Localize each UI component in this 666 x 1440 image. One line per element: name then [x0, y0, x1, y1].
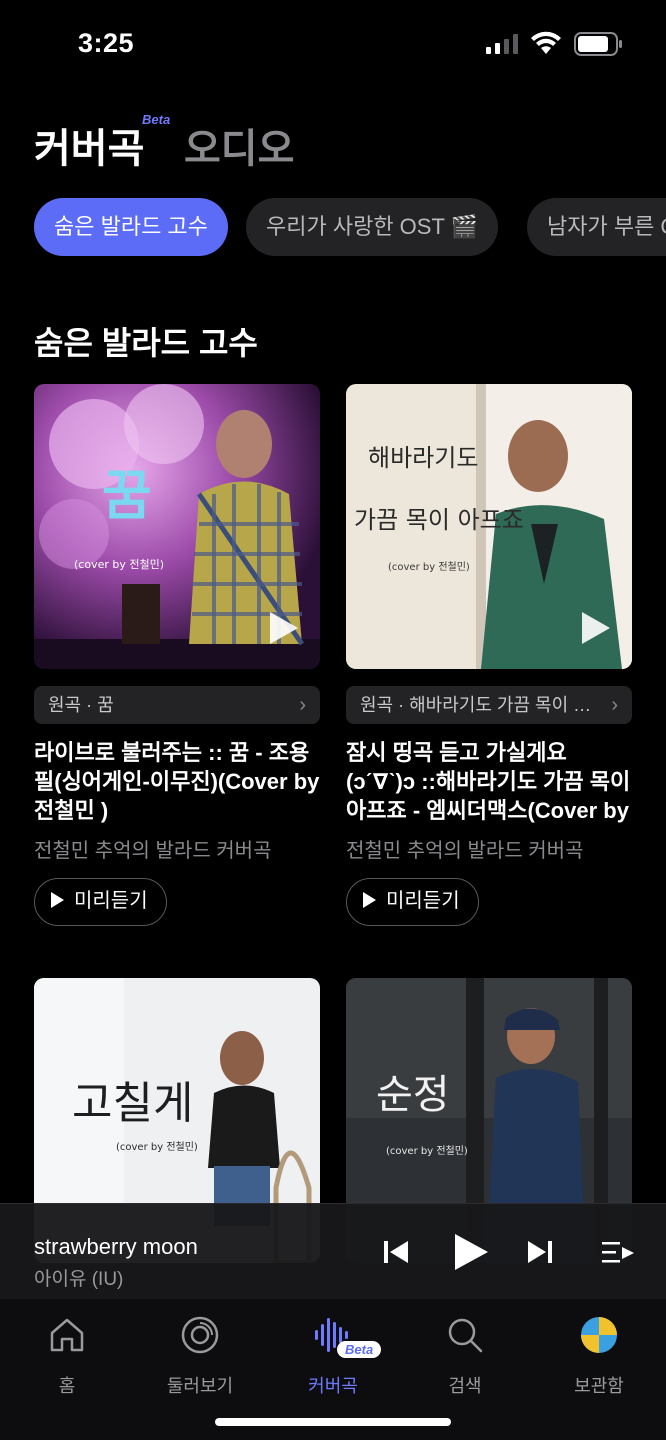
tab-explore[interactable]: 둘러보기 [150, 1315, 250, 1398]
thumb-title: 고칠게 [72, 1078, 193, 1129]
status-time: 3:25 [78, 28, 135, 58]
play-overlay-icon[interactable] [580, 610, 612, 646]
cover-title[interactable]: 잠시 띵곡 듣고 가실게요 (ɔˊ∇ˋ)ɔ ::해바라기도 가끔 목이 아프죠 … [346, 738, 632, 826]
original-song-link[interactable]: 원곡 · 해바라기도 가끔 목이 아프죠 › [346, 686, 632, 724]
next-track-icon[interactable] [526, 1238, 554, 1266]
thumb-title: 꿈 [102, 464, 152, 527]
cover-subtitle: 전철민 추억의 발라드 커버곡 [346, 840, 584, 862]
beta-label: Beta [142, 112, 171, 127]
mini-player[interactable]: strawberry moon 아이유 (IU) [0, 1203, 666, 1299]
home-icon [50, 1318, 84, 1352]
preview-button[interactable]: 미리듣기 [346, 878, 479, 926]
chevron-right-icon: › [299, 694, 306, 716]
search-icon [448, 1318, 483, 1353]
play-icon[interactable] [452, 1232, 490, 1272]
tab-label: 둘러보기 [166, 1376, 234, 1396]
battery-icon [574, 32, 622, 56]
tab-label: 검색 [448, 1376, 482, 1396]
section-title: 숨은 발라드 고수 [34, 325, 258, 361]
tab-label: 홈 [58, 1376, 76, 1396]
tab-audio[interactable]: 오디오 [184, 116, 294, 174]
thumb-caption: (cover by 전철민) [116, 1141, 198, 1153]
chip-hidden-ballad[interactable]: 숨은 발라드 고수 [34, 198, 228, 256]
cover-subtitle: 전철민 추억의 발라드 커버곡 [34, 840, 272, 862]
tab-label: 커버곡 [308, 1376, 358, 1396]
wifi-icon [531, 31, 561, 54]
preview-label: 미리듣기 [386, 890, 460, 912]
original-song-label: 원곡 · 꿈 [48, 695, 114, 715]
preview-label: 미리듣기 [74, 890, 148, 912]
beta-badge: Beta [337, 1341, 382, 1358]
home-indicator [215, 1418, 451, 1426]
cover-thumbnail[interactable]: 꿈 (cover by 전철민) [34, 384, 320, 669]
tab-home[interactable]: 홈 [17, 1315, 117, 1398]
explore-disc-icon [181, 1316, 219, 1354]
cover-title[interactable]: 라이브로 불러주는 :: 꿈 - 조용필(싱어게인-이무진)(Cover by전… [34, 738, 320, 825]
original-song-label: 원곡 · 해바라기도 가끔 목이 아프죠 [360, 695, 623, 715]
thumb-subtitle: 가끔 목이 아프죠 [354, 506, 524, 534]
thumb-title: 해바라기도 [368, 444, 478, 472]
chip-male-cover[interactable]: 남자가 부른 Cover [527, 198, 666, 256]
tab-covers[interactable]: 커버곡 [34, 116, 144, 174]
play-icon [363, 892, 376, 908]
tab-covers[interactable]: Beta 커버곡 [283, 1315, 383, 1398]
original-song-link[interactable]: 원곡 · 꿈 › [34, 686, 320, 724]
thumb-caption: (cover by 전철민) [388, 561, 470, 573]
tab-library[interactable]: 보관함 [549, 1315, 649, 1398]
cover-thumbnail[interactable]: 해바라기도 가끔 목이 아프죠 (cover by 전철민) [346, 384, 632, 669]
category-chips: 숨은 발라드 고수 우리가 사랑한 OST 🎬 남자가 부른 Cover [34, 198, 666, 256]
tab-label: 보관함 [574, 1376, 624, 1396]
previous-track-icon[interactable] [382, 1238, 410, 1266]
play-icon [51, 892, 64, 908]
chip-ost[interactable]: 우리가 사랑한 OST 🎬 [246, 198, 498, 256]
library-avatar-icon [581, 1317, 617, 1353]
play-overlay-icon[interactable] [268, 610, 300, 646]
playlist-icon[interactable] [600, 1238, 636, 1266]
tab-search[interactable]: 검색 [415, 1315, 515, 1398]
chevron-right-icon: › [611, 694, 618, 716]
preview-button[interactable]: 미리듣기 [34, 878, 167, 926]
now-playing-title: strawberry moon [34, 1234, 198, 1259]
now-playing-artist: 아이유 (IU) [34, 1269, 124, 1290]
thumb-caption: (cover by 전철민) [386, 1145, 468, 1157]
thumb-caption: (cover by 전철민) [74, 558, 164, 571]
thumb-title: 순정 [376, 1072, 450, 1118]
status-bar: 3:25 [0, 0, 666, 90]
cellular-signal-icon [486, 34, 518, 54]
